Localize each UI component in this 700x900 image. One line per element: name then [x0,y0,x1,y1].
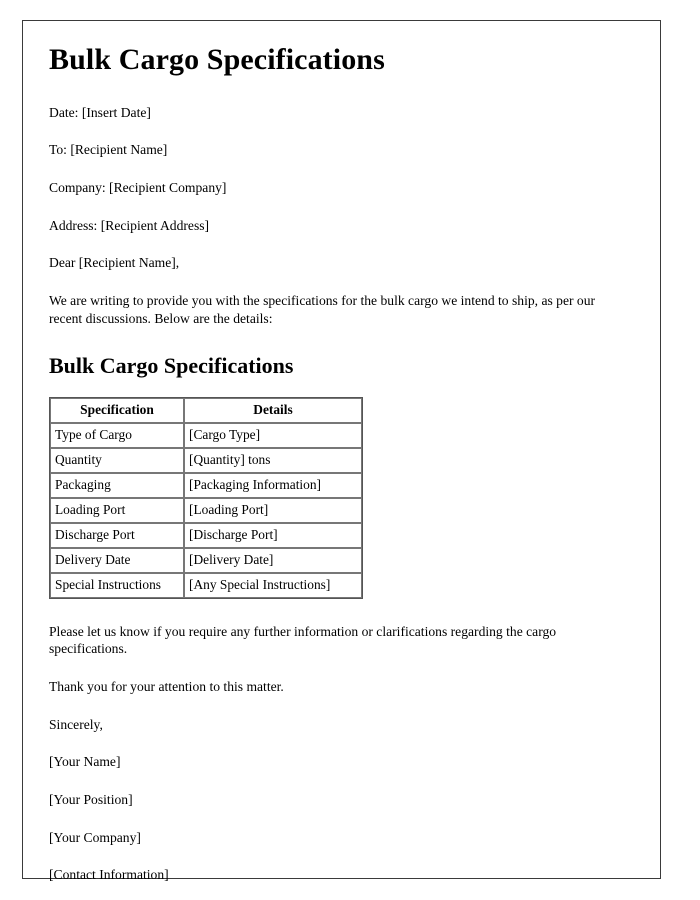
table-row: Packaging [Packaging Information] [50,472,362,498]
cell-specification: Quantity [50,447,184,473]
signature-contact-information: [Contact Information] [49,867,169,883]
cell-specification: Loading Port [50,497,184,523]
cell-details: [Discharge Port] [184,522,362,548]
table-row: Type of Cargo [Cargo Type] [50,422,362,448]
document-page: Bulk Cargo Specifications Date: [Insert … [22,20,661,882]
signature-your-name: [Your Name] [49,754,121,770]
specifications-table: Specification Details Type of Cargo [Car… [49,396,363,599]
field-recipient-company: Company: [Recipient Company] [49,179,227,195]
column-header-details: Details [184,397,362,423]
cell-details: [Cargo Type] [184,422,362,448]
column-header-specification: Specification [50,397,184,423]
table-row: Special Instructions [Any Special Instru… [50,572,362,598]
cell-details: [Loading Port] [184,497,362,523]
salutation: Dear [Recipient Name], [49,255,180,271]
field-date: Date: [Insert Date] [49,104,151,120]
table-row: Loading Port [Loading Port] [50,497,362,523]
cell-specification: Delivery Date [50,547,184,573]
table-row: Delivery Date [Delivery Date] [50,547,362,573]
cell-details: [Delivery Date] [184,547,362,573]
table-head: Specification Details [50,397,362,423]
cell-specification: Special Instructions [50,572,184,598]
signoff: Sincerely, [49,716,103,732]
signature-your-position: [Your Position] [49,791,133,807]
table-row: Quantity [Quantity] tons [50,447,362,473]
field-recipient-address: Address: [Recipient Address] [49,217,210,233]
table-body: Type of Cargo [Cargo Type] Quantity [Qua… [50,422,362,598]
cell-details: [Any Special Instructions] [184,572,362,598]
section-heading-specifications: Bulk Cargo Specifications [49,353,294,379]
closing-paragraph: Please let us know if you require any fu… [49,623,557,657]
signature-your-company: [Your Company] [49,829,141,845]
specifications-table-container: Specification Details Type of Cargo [Car… [49,396,640,599]
cell-specification: Discharge Port [50,522,184,548]
intro-paragraph: We are writing to provide you with the s… [49,292,596,326]
cell-specification: Packaging [50,472,184,498]
cell-details: [Quantity] tons [184,447,362,473]
field-recipient-name: To: [Recipient Name] [49,142,168,158]
page-title: Bulk Cargo Specifications [49,43,385,76]
table-header-row: Specification Details [50,397,362,423]
cell-specification: Type of Cargo [50,422,184,448]
document-body: Bulk Cargo Specifications Date: [Insert … [49,43,640,884]
cell-details: [Packaging Information] [184,472,362,498]
thanks-paragraph: Thank you for your attention to this mat… [49,678,284,694]
table-row: Discharge Port [Discharge Port] [50,522,362,548]
